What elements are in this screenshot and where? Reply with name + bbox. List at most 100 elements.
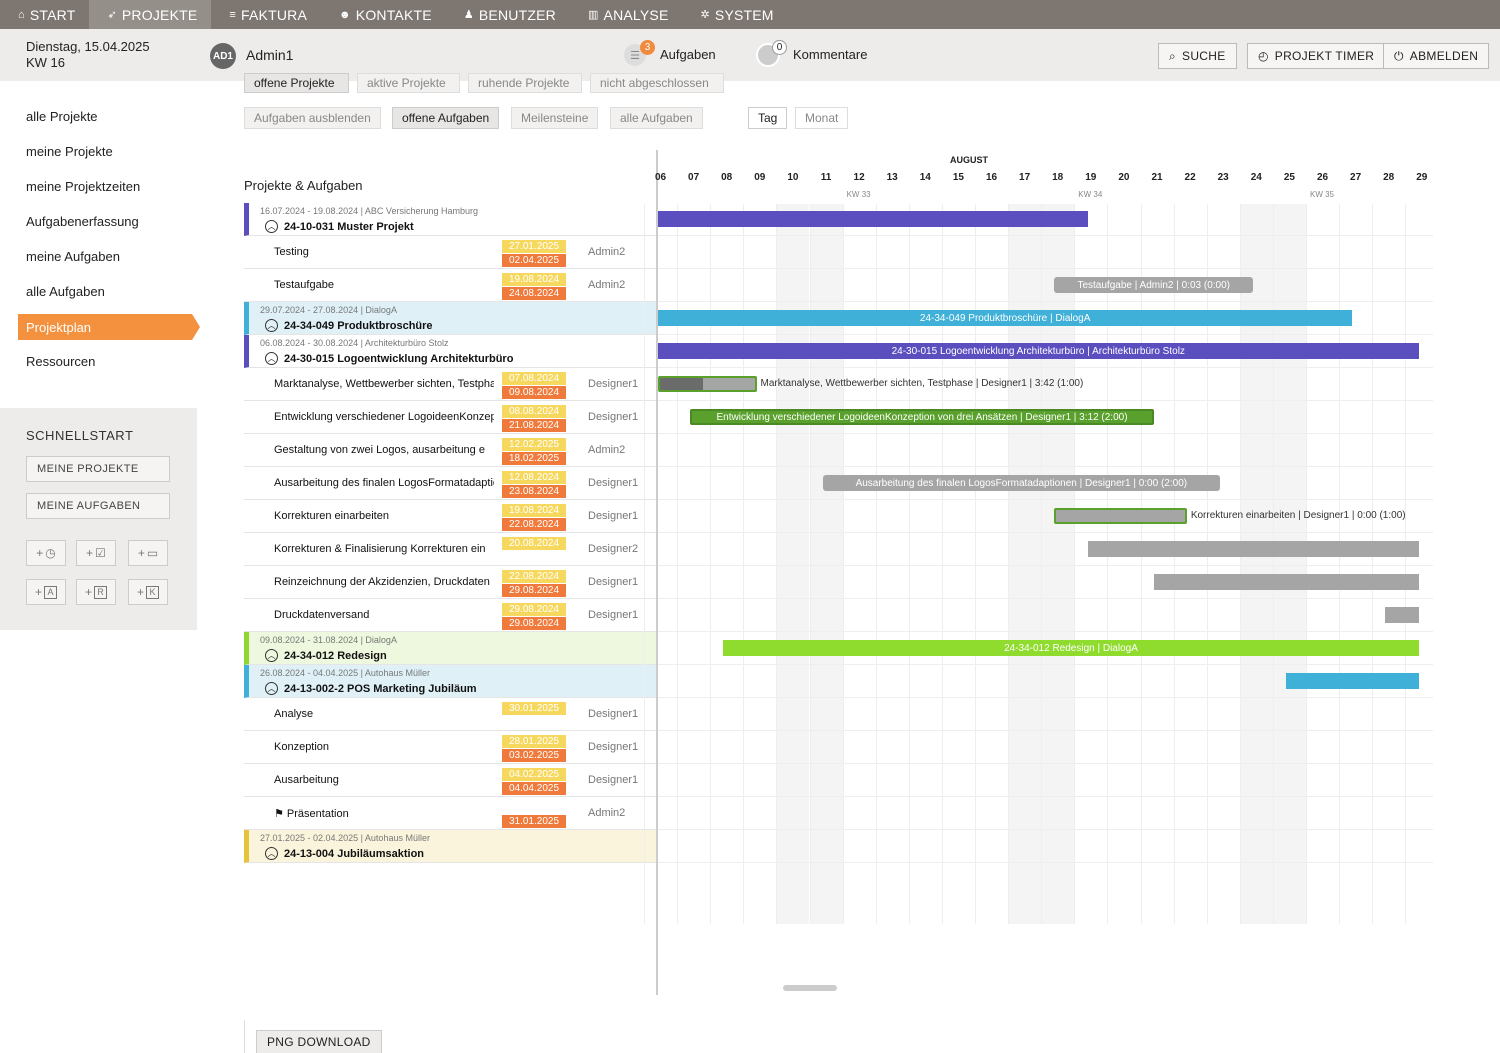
project-row[interactable]: 06.08.2024 - 30.08.2024 | Architekturbür…: [244, 335, 656, 368]
project-row[interactable]: 16.07.2024 - 19.08.2024 | ABC Versicheru…: [244, 203, 656, 236]
gantt-bar[interactable]: Ausarbeitung des finalen LogosFormatadap…: [822, 475, 1220, 491]
sidebar-item-0[interactable]: alle Projekte: [26, 109, 98, 124]
gantt-bar[interactable]: 24-34-012 Redesign | DialogA: [723, 640, 1419, 656]
project-row[interactable]: 26.08.2024 - 04.04.2025 | Autohaus Mülle…: [244, 665, 656, 698]
chevron-up-icon[interactable]: ︿: [265, 847, 278, 860]
username[interactable]: Admin1: [246, 47, 293, 63]
quick-add-4[interactable]: + R: [76, 579, 116, 605]
sidebar-item-6[interactable]: Projektplan: [18, 314, 200, 340]
quick-add-1[interactable]: + ☑: [76, 540, 116, 566]
gantt-bar[interactable]: Testaufgabe | Admin2 | 0:03 (0:00): [1054, 277, 1254, 293]
sidebar-item-3[interactable]: Aufgabenerfassung: [26, 214, 139, 229]
sidebar-item-7[interactable]: Ressourcen: [26, 354, 95, 369]
task-row[interactable]: Gestaltung von zwei Logos, ausarbeitung …: [244, 434, 656, 467]
nav-faktura[interactable]: ≡ FAKTURA: [211, 0, 321, 29]
gantt-bar[interactable]: 24-34-049 Produktbroschüre | DialogA: [658, 310, 1353, 326]
nav-analyse[interactable]: ▥ ANALYSE: [570, 0, 683, 29]
task-row[interactable]: Ausarbeitung des finalen LogosFormatadap…: [244, 467, 656, 500]
quick-add-3[interactable]: + A: [26, 579, 66, 605]
task-name[interactable]: Entwicklung verschiedener LogoideenKonze…: [274, 411, 494, 423]
comments-link[interactable]: Kommentare: [793, 47, 867, 62]
gantt-bar[interactable]: [1153, 574, 1419, 590]
task-row[interactable]: Konzeption 28.01.2025 03.02.2025 Designer1: [244, 731, 656, 764]
chevron-up-icon[interactable]: ︿: [265, 352, 278, 365]
nav-projekte[interactable]: ➶ PROJEKTE: [89, 0, 212, 29]
task-name[interactable]: Ausarbeitung: [274, 774, 494, 786]
gantt-bar[interactable]: [1286, 673, 1419, 689]
project-title[interactable]: ︿ 24-34-049 Produktbroschüre: [265, 319, 433, 332]
nav-system[interactable]: ✲ SYSTEM: [682, 0, 787, 29]
project-timer-button[interactable]: ◴ PROJEKT TIMER: [1247, 43, 1386, 69]
chevron-up-icon[interactable]: ︿: [265, 682, 278, 695]
quick-add-0[interactable]: + ◷: [26, 540, 66, 566]
tasks-link[interactable]: Aufgaben: [660, 47, 716, 62]
filter-top-1[interactable]: aktive Projekte: [357, 73, 460, 93]
gantt-bar[interactable]: [658, 376, 757, 392]
nav-start[interactable]: ⌂ START: [0, 0, 89, 29]
task-name[interactable]: Druckdatenversand: [274, 609, 494, 621]
logout-button[interactable]: ⏻ ABMELDEN: [1383, 43, 1490, 69]
task-row[interactable]: Korrekturen einarbeiten 19.08.2024 22.08.2…: [244, 500, 656, 533]
quick-add-5[interactable]: + K: [128, 579, 168, 605]
project-title[interactable]: ︿ 24-34-012 Redesign: [265, 649, 387, 662]
sidebar-item-2[interactable]: meine Projektzeiten: [26, 179, 140, 194]
task-row[interactable]: Korrekturen & Finalisierung Korrekturen …: [244, 533, 656, 566]
task-row[interactable]: ⚑ Präsentation 31.01.2025 Admin2: [244, 797, 656, 830]
sidebar-item-5[interactable]: alle Aufgaben: [26, 284, 105, 299]
nav-kontakte[interactable]: ☻ KONTAKTE: [321, 0, 446, 29]
filter-top-3[interactable]: nicht abgeschlossen: [590, 73, 724, 93]
task-row[interactable]: Entwicklung verschiedener LogoideenKonze…: [244, 401, 656, 434]
task-name[interactable]: Reinzeichnung der Akzidenzien, Druckdate…: [274, 576, 494, 588]
chevron-up-icon[interactable]: ︿: [265, 649, 278, 662]
project-row[interactable]: 09.08.2024 - 31.08.2024 | DialogA ︿ 24-34-…: [244, 632, 656, 665]
task-row[interactable]: Testing 27.01.2025 02.04.2025 Admin2: [244, 236, 656, 269]
png-download-button[interactable]: PNG DOWNLOAD: [256, 1030, 382, 1053]
gantt-bar[interactable]: 24-30-015 Logoentwicklung Architekturbür…: [658, 343, 1419, 359]
task-name[interactable]: Marktanalyse, Wettbewerber sichten, Test…: [274, 378, 494, 390]
task-row[interactable]: Ausarbeitung 04.02.2025 04.04.2025 Designer…: [244, 764, 656, 797]
sidebar-item-1[interactable]: meine Projekte: [26, 144, 113, 159]
search-button[interactable]: ⌕ SUCHE: [1158, 43, 1237, 69]
task-name[interactable]: Korrekturen einarbeiten: [274, 510, 494, 522]
project-row[interactable]: 29.07.2024 - 27.08.2024 | DialogA ︿ 24-34-…: [244, 302, 656, 335]
gantt-bar[interactable]: [1054, 508, 1187, 524]
chevron-up-icon[interactable]: ︿: [265, 220, 278, 233]
task-row[interactable]: Marktanalyse, Wettbewerber sichten, Test…: [244, 368, 656, 401]
sidebar-item-4[interactable]: meine Aufgaben: [26, 249, 120, 264]
task-name[interactable]: Analyse: [274, 708, 494, 720]
filter-top-2[interactable]: ruhende Projekte: [468, 73, 582, 93]
my-projects-button[interactable]: MEINE PROJEKTE: [26, 456, 170, 482]
project-title[interactable]: ︿ 24-30-015 Logoentwicklung Architekturbü…: [265, 352, 513, 365]
chevron-up-icon[interactable]: ︿: [265, 319, 278, 332]
horizontal-scrollbar[interactable]: [783, 985, 837, 991]
task-name[interactable]: Testing: [274, 246, 494, 258]
filter-0[interactable]: Aufgaben ausblenden: [244, 107, 381, 129]
project-title[interactable]: ︿ 24-13-002-2 POS Marketing Jubiläum: [265, 682, 477, 695]
filter-1[interactable]: offene Aufgaben: [392, 107, 500, 129]
project-title[interactable]: ︿ 24-10-031 Muster Projekt: [265, 220, 414, 233]
view-monat[interactable]: Monat: [795, 107, 849, 129]
task-name[interactable]: ⚑ Präsentation: [274, 807, 494, 820]
quick-add-2[interactable]: + ▭: [128, 540, 168, 566]
gantt-bar[interactable]: [1385, 607, 1419, 623]
filter-3[interactable]: alle Aufgaben: [610, 107, 703, 129]
task-row[interactable]: Testaufgabe 19.08.2024 24.08.2024 Admin2: [244, 269, 656, 302]
avatar[interactable]: AD1: [210, 43, 236, 69]
filter-top-0[interactable]: offene Projekte: [244, 73, 349, 93]
my-tasks-button[interactable]: MEINE AUFGABEN: [26, 493, 170, 519]
gantt-bar[interactable]: Entwicklung verschiedener LogoideenKonze…: [690, 409, 1154, 425]
task-name[interactable]: Ausarbeitung des finalen LogosFormatadap…: [274, 477, 494, 489]
task-row[interactable]: Reinzeichnung der Akzidenzien, Druckdate…: [244, 566, 656, 599]
task-name[interactable]: Konzeption: [274, 741, 494, 753]
task-row[interactable]: Analyse 30.01.2025 Designer1: [244, 698, 656, 731]
gantt-bar[interactable]: [658, 211, 1088, 227]
nav-benutzer[interactable]: ♟ BENUTZER: [446, 0, 570, 29]
view-tag[interactable]: Tag: [748, 107, 788, 129]
task-name[interactable]: Korrekturen & Finalisierung Korrekturen …: [274, 543, 494, 555]
task-name[interactable]: Gestaltung von zwei Logos, ausarbeitung …: [274, 444, 494, 456]
gantt-bar[interactable]: [1087, 541, 1419, 557]
filter-2[interactable]: Meilensteine: [511, 107, 599, 129]
project-title[interactable]: ︿ 24-13-004 Jubiläumsaktion: [265, 847, 424, 860]
task-name[interactable]: Testaufgabe: [274, 279, 494, 291]
task-row[interactable]: Druckdatenversand 29.08.2024 29.08.2024 Des…: [244, 599, 656, 632]
